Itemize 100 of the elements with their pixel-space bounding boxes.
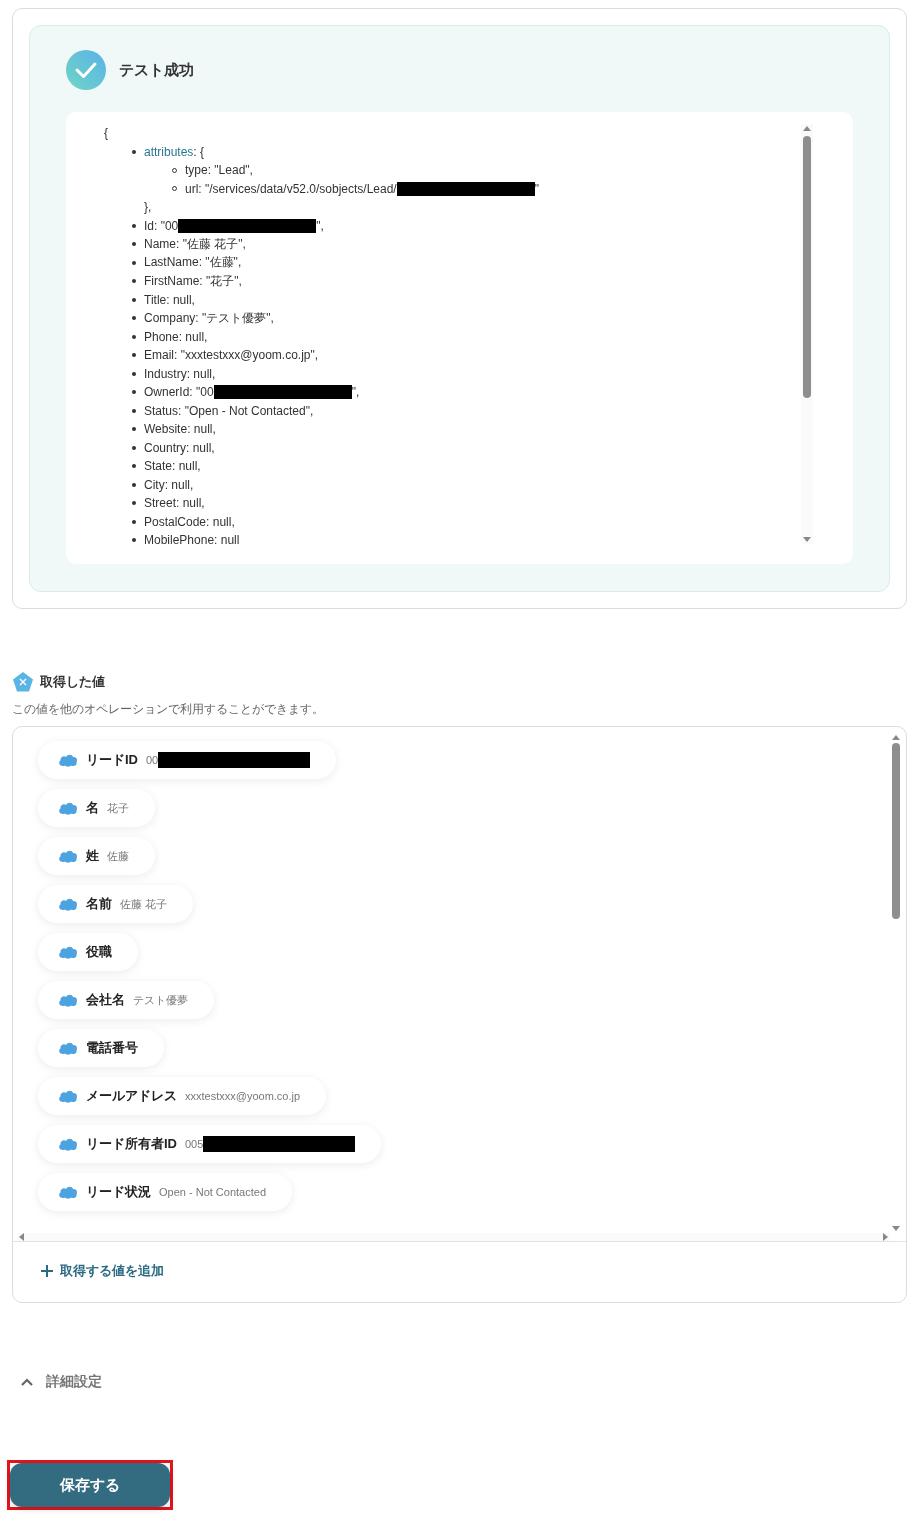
json-line: City: null, xyxy=(144,477,194,492)
json-line: Email: "xxxtestxxx@yoom.co.jp", xyxy=(144,348,319,363)
value-chip[interactable]: 名前 佐藤 花子 xyxy=(38,885,194,923)
value-chip[interactable]: 姓 佐藤 xyxy=(38,837,155,875)
chip-label: 姓 xyxy=(86,847,99,865)
bullet-icon xyxy=(132,501,136,506)
variable-icon xyxy=(12,671,34,693)
chip-label: 役職 xyxy=(86,943,112,961)
bullet-icon xyxy=(132,445,136,450)
cloud-icon xyxy=(58,1089,78,1103)
value-chip[interactable]: 名 花子 xyxy=(38,789,155,827)
cloud-icon xyxy=(58,1137,78,1151)
chip-value: Open - Not Contacted xyxy=(159,1186,266,1198)
cloud-icon xyxy=(58,1041,78,1055)
cloud-icon xyxy=(58,945,78,959)
scroll-up-icon[interactable] xyxy=(802,124,812,132)
chip-label: 会社名 xyxy=(86,991,125,1009)
section-title: 取得した値 xyxy=(40,673,105,691)
bullet-icon xyxy=(132,427,136,432)
scrollbar[interactable] xyxy=(801,124,813,544)
cloud-icon xyxy=(58,753,78,767)
scroll-right-icon[interactable] xyxy=(882,1232,890,1242)
plus-icon xyxy=(40,1264,54,1278)
chevron-icon xyxy=(20,1377,34,1387)
chip-value: 005 xyxy=(185,1136,356,1152)
bullet-icon xyxy=(132,464,136,469)
json-line: type: "Lead", xyxy=(185,163,253,178)
chip-label: リード所有者ID xyxy=(86,1135,177,1153)
scroll-down-icon[interactable] xyxy=(891,1225,901,1233)
json-line: Phone: null, xyxy=(144,329,208,344)
cloud-icon xyxy=(58,801,78,815)
json-line: State: null, xyxy=(144,459,201,474)
bullet-icon xyxy=(132,279,136,284)
chip-value: 佐藤 花子 xyxy=(120,896,168,912)
value-chip[interactable]: 会社名 テスト優夢 xyxy=(38,981,214,1019)
bullet-icon xyxy=(132,390,136,395)
json-line: Company: "テスト優夢", xyxy=(144,309,274,327)
value-chip[interactable]: 役職 xyxy=(38,933,138,971)
json-line: { xyxy=(104,125,108,142)
add-value-button[interactable]: 取得する値を追加 xyxy=(13,1241,906,1302)
value-chip[interactable]: 電話番号 xyxy=(38,1029,164,1067)
json-line: Street: null, xyxy=(144,496,205,511)
bullet-icon xyxy=(132,316,136,321)
bullet-icon xyxy=(132,223,136,228)
cloud-icon xyxy=(58,897,78,911)
bullet-icon xyxy=(132,371,136,376)
chip-value: 佐藤 xyxy=(107,848,129,864)
value-chip[interactable]: メールアドレス xxxtestxxx@yoom.co.jp xyxy=(38,1077,327,1115)
save-button[interactable]: 保存する xyxy=(10,1463,170,1507)
bullet-icon xyxy=(132,408,136,413)
json-line: Country: null, xyxy=(144,440,215,455)
cloud-icon xyxy=(58,993,78,1007)
cloud-icon xyxy=(58,1185,78,1199)
bullet-icon xyxy=(132,260,136,265)
chip-label: 名前 xyxy=(86,895,112,913)
success-title: テスト成功 xyxy=(119,60,194,80)
bullet-icon xyxy=(132,538,136,543)
chip-label: リードID xyxy=(86,751,138,769)
chip-value: テスト優夢 xyxy=(133,992,188,1008)
scrollbar-thumb[interactable] xyxy=(803,136,811,398)
cloud-icon xyxy=(58,849,78,863)
chip-label: 電話番号 xyxy=(86,1039,138,1057)
horizontal-scrollbar[interactable] xyxy=(17,1233,890,1241)
chip-label: リード状況 xyxy=(86,1183,151,1201)
value-chip[interactable]: リード所有者ID 005 xyxy=(38,1125,382,1163)
chip-value: 00 xyxy=(146,752,311,768)
check-icon xyxy=(66,50,106,90)
json-line: }, xyxy=(144,199,152,216)
json-line: PostalCode: null, xyxy=(144,514,235,529)
json-line: Status: "Open - Not Contacted", xyxy=(144,403,314,418)
chip-label: 名 xyxy=(86,799,99,817)
value-chip[interactable]: リードID 00 xyxy=(38,741,337,779)
scroll-up-icon[interactable] xyxy=(891,733,901,741)
bullet-icon xyxy=(132,334,136,339)
json-line: Name: "佐藤 花子", xyxy=(144,235,246,253)
json-line: url: "/services/data/v52.0/sobjects/Lead/ " xyxy=(185,181,539,196)
json-line: Id: "00 ", xyxy=(144,218,324,233)
scrollbar-thumb[interactable] xyxy=(892,743,900,919)
scroll-left-icon[interactable] xyxy=(17,1232,25,1242)
bullet-icon xyxy=(132,353,136,358)
json-line: OwnerId: "00 ", xyxy=(144,385,360,400)
bullet-icon xyxy=(132,149,136,154)
json-line: attributes: { xyxy=(144,144,205,159)
json-line: MobilePhone: null xyxy=(144,533,240,544)
bullet-icon xyxy=(132,242,136,247)
json-line: FirstName: "花子", xyxy=(144,272,242,290)
json-line: Website: null, xyxy=(144,422,216,437)
json-line: Title: null, xyxy=(144,292,195,307)
value-chip[interactable]: リード状況 Open - Not Contacted xyxy=(38,1173,292,1211)
scroll-down-icon[interactable] xyxy=(802,536,812,544)
json-line: Industry: null, xyxy=(144,366,216,381)
chip-value: 花子 xyxy=(107,800,129,816)
chip-value: xxxtestxxx@yoom.co.jp xyxy=(185,1090,301,1102)
bullet-icon xyxy=(132,297,136,302)
bullet-icon xyxy=(132,482,136,487)
advanced-settings-toggle[interactable]: 詳細設定 xyxy=(20,1373,102,1391)
section-description: この値を他のオペレーションで利用することができます。 xyxy=(12,701,325,718)
chip-label: メールアドレス xyxy=(86,1087,177,1105)
json-line: LastName: "佐藤", xyxy=(144,254,242,272)
bullet-icon xyxy=(132,519,136,524)
